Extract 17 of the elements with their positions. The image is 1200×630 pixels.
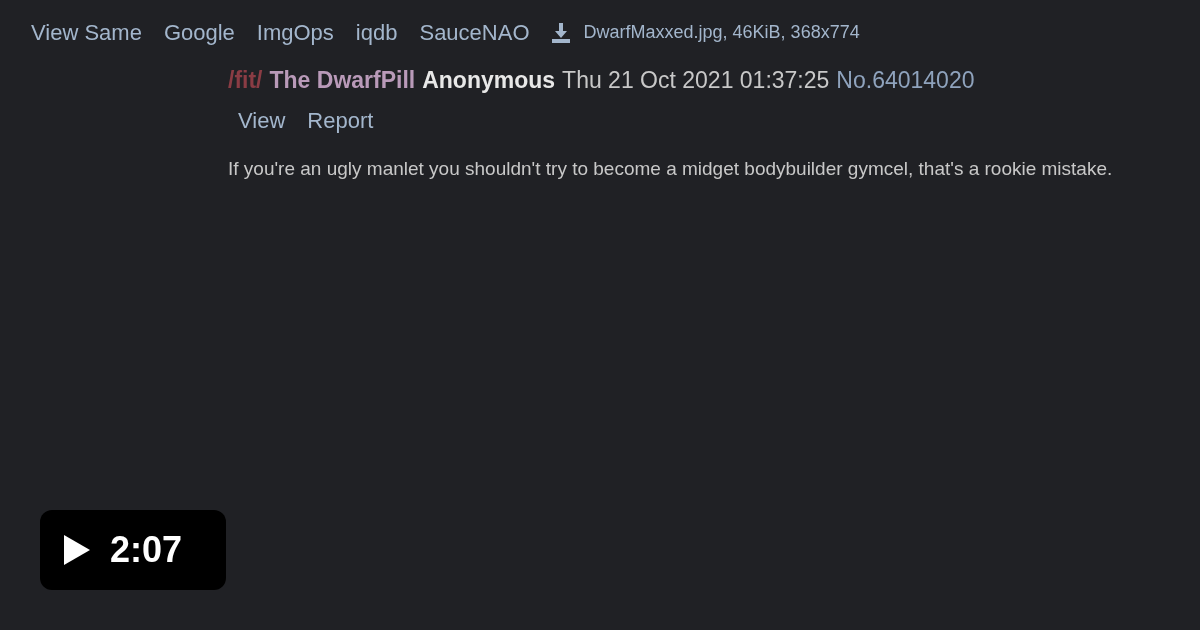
post-subject: The DwarfPill <box>269 66 416 95</box>
image-search-link[interactable]: Google <box>163 16 235 49</box>
image-search-link[interactable]: iqdb <box>355 16 398 49</box>
image-search-link[interactable]: SauceNAO <box>419 16 530 49</box>
post-action-link[interactable]: Report <box>307 103 374 137</box>
download-icon[interactable] <box>551 22 570 43</box>
play-icon <box>64 535 90 565</box>
post-number-link[interactable]: No.64014020 <box>836 63 975 98</box>
duration-text: 2:07 <box>110 528 183 572</box>
file-details: , 46KiB, 368x774 <box>722 22 860 42</box>
post-date: Thu 21 Oct 2021 01:37:25 <box>562 66 830 95</box>
poster-name: Anonymous <box>422 66 556 95</box>
post-message: If you're an ugly manlet you shouldn't try to become a midget bodybuilder gymcel, that's a rookie mistake. <box>228 156 1114 181</box>
file-name-link[interactable]: DwarfMaxxed.jpg <box>583 22 723 42</box>
image-search-link[interactable]: View Same <box>31 16 142 49</box>
image-search-link[interactable]: ImgOps <box>256 16 334 49</box>
post-action-link[interactable]: View <box>238 103 286 137</box>
